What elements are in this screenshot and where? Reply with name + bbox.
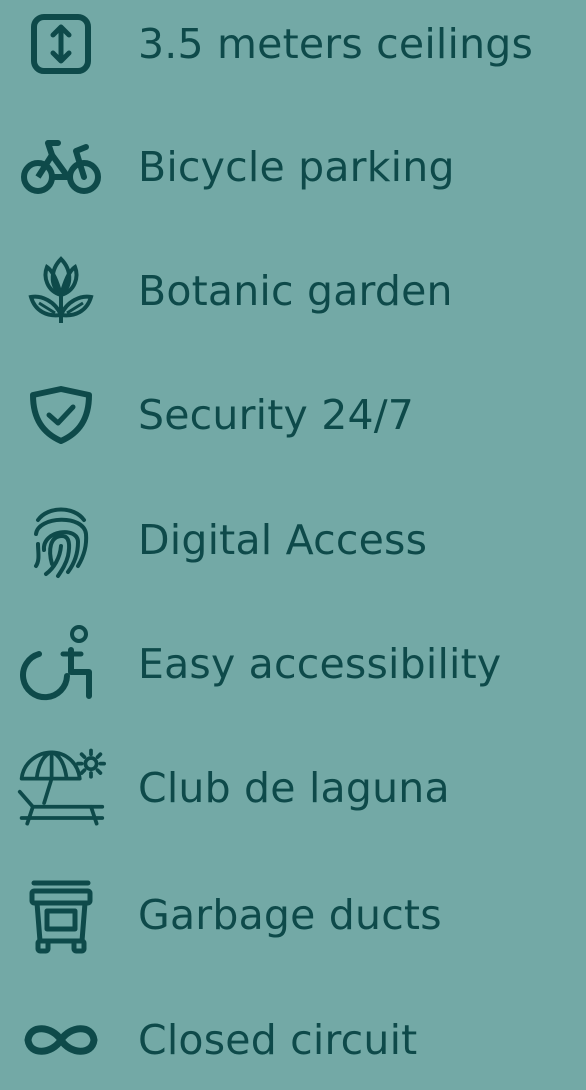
feature-label: Security 24/7 [138, 390, 415, 439]
feature-label: Bicycle parking [138, 142, 455, 191]
feature-item-club-de-laguna: Club de laguna [0, 738, 586, 838]
feature-label: Club de laguna [138, 763, 450, 812]
feature-item-bicycle-parking: Bicycle parking [0, 117, 586, 217]
bicycle-icon [16, 122, 106, 212]
feature-label: Garbage ducts [138, 890, 442, 939]
feature-item-security: Security 24/7 [0, 365, 586, 465]
feature-label: 3.5 meters ceilings [138, 19, 534, 68]
feature-item-botanic-garden: Botanic garden [0, 241, 586, 341]
shield-check-icon [16, 370, 106, 460]
feature-item-closed-circuit: Closed circuit [0, 990, 586, 1090]
wheelchair-icon [16, 619, 106, 709]
feature-item-digital-access: Digital Access [0, 490, 586, 590]
lotus-flower-icon [16, 246, 106, 336]
infinity-icon [16, 995, 106, 1085]
trash-bin-icon [16, 870, 106, 960]
feature-label: Botanic garden [138, 266, 453, 315]
feature-label: Easy accessibility [138, 639, 502, 688]
feature-item-ceilings: 3.5 meters ceilings [0, 0, 586, 94]
feature-item-garbage-ducts: Garbage ducts [0, 865, 586, 965]
feature-label: Digital Access [138, 515, 428, 564]
amenities-list: 3.5 meters ceilings Bicycle parking Bota… [0, 0, 586, 1063]
feature-item-easy-accessibility: Easy accessibility [0, 614, 586, 714]
feature-label: Closed circuit [138, 1015, 418, 1064]
vertical-height-icon [16, 0, 106, 89]
fingerprint-icon [16, 495, 106, 585]
beach-lounger-sun-icon [16, 743, 106, 833]
